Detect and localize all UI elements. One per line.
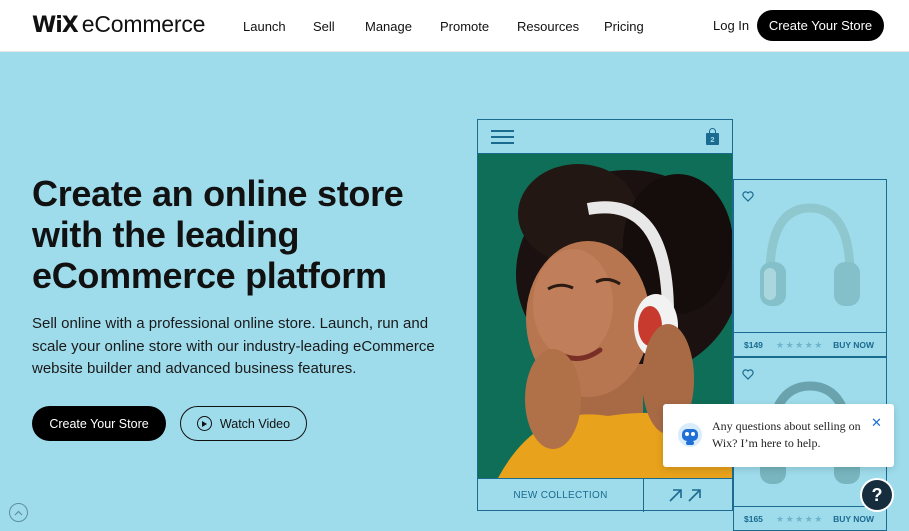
hero-title-line: Create an online store bbox=[32, 173, 404, 214]
new-collection-link[interactable]: NEW COLLECTION bbox=[478, 479, 644, 512]
wix-ecommerce-logo[interactable]: WiX eCommerce bbox=[32, 11, 205, 38]
product-info-bar: $165 ★★★★★ BUY NOW bbox=[734, 506, 886, 531]
nav-link-promote[interactable]: Promote bbox=[440, 19, 489, 34]
buy-now-button[interactable]: BUY NOW bbox=[833, 340, 874, 350]
nav-link-sell[interactable]: Sell bbox=[313, 19, 335, 34]
hero-subtitle-line: scale your online store with our industr… bbox=[32, 337, 435, 355]
logo-text: eCommerce bbox=[81, 11, 206, 37]
nav-link-resources[interactable]: Resources bbox=[517, 19, 579, 34]
menu-icon[interactable] bbox=[491, 130, 514, 144]
question-icon: ? bbox=[862, 480, 892, 510]
buy-now-button[interactable]: BUY NOW bbox=[833, 514, 874, 524]
nav-link-pricing[interactable]: Pricing bbox=[604, 19, 644, 34]
arrow-up-right-icon[interactable] bbox=[668, 488, 704, 502]
hero-subtitle-line: website builder and advanced business fe… bbox=[32, 360, 357, 377]
nav-create-store-button[interactable]: Create Your Store bbox=[757, 10, 884, 41]
close-icon[interactable]: ✕ bbox=[871, 415, 882, 431]
chat-popup[interactable]: Any questions about selling on Wix? I’m … bbox=[663, 404, 894, 467]
create-store-button[interactable]: Create Your Store bbox=[32, 406, 166, 441]
phone-footer: NEW COLLECTION bbox=[478, 478, 732, 512]
logo-mark: WiX bbox=[32, 13, 79, 38]
cart-count: 2 bbox=[706, 133, 719, 145]
chat-message: Any questions about selling on Wix? I’m … bbox=[712, 419, 861, 450]
phone-header: 2 bbox=[478, 120, 732, 154]
hero-title-line: eCommerce platform bbox=[32, 255, 387, 296]
product-info-bar: $149 ★★★★★ BUY NOW bbox=[734, 332, 886, 357]
watch-video-button[interactable]: Watch Video bbox=[180, 406, 307, 441]
hero-subtitle-line: Sell online with a professional online s… bbox=[32, 315, 429, 332]
hero-title: Create an online store with the leading … bbox=[32, 173, 452, 296]
nav-link-manage[interactable]: Manage bbox=[365, 19, 412, 34]
product-card[interactable]: $149 ★★★★★ BUY NOW bbox=[733, 179, 887, 357]
product-price: $165 bbox=[744, 514, 763, 524]
help-button[interactable]: ? bbox=[860, 478, 894, 512]
top-nav: WiX eCommerce Launch Sell Manage Promote… bbox=[0, 0, 909, 52]
login-link[interactable]: Log In bbox=[713, 18, 749, 33]
nav-link-launch[interactable]: Launch bbox=[243, 19, 286, 34]
hero-title-line: with the leading bbox=[32, 214, 300, 255]
rating-stars: ★★★★★ bbox=[776, 513, 824, 524]
hero-subtitle: Sell online with a professional online s… bbox=[32, 313, 442, 381]
play-icon bbox=[196, 416, 212, 431]
scroll-up-icon[interactable] bbox=[9, 503, 28, 522]
headphones-product-image bbox=[760, 203, 860, 306]
rating-stars: ★★★★★ bbox=[776, 339, 824, 350]
chatbot-avatar-icon bbox=[678, 423, 702, 447]
shopping-bag-icon[interactable]: 2 bbox=[706, 128, 719, 145]
watch-video-label: Watch Video bbox=[219, 416, 291, 431]
product-price: $149 bbox=[744, 340, 763, 350]
